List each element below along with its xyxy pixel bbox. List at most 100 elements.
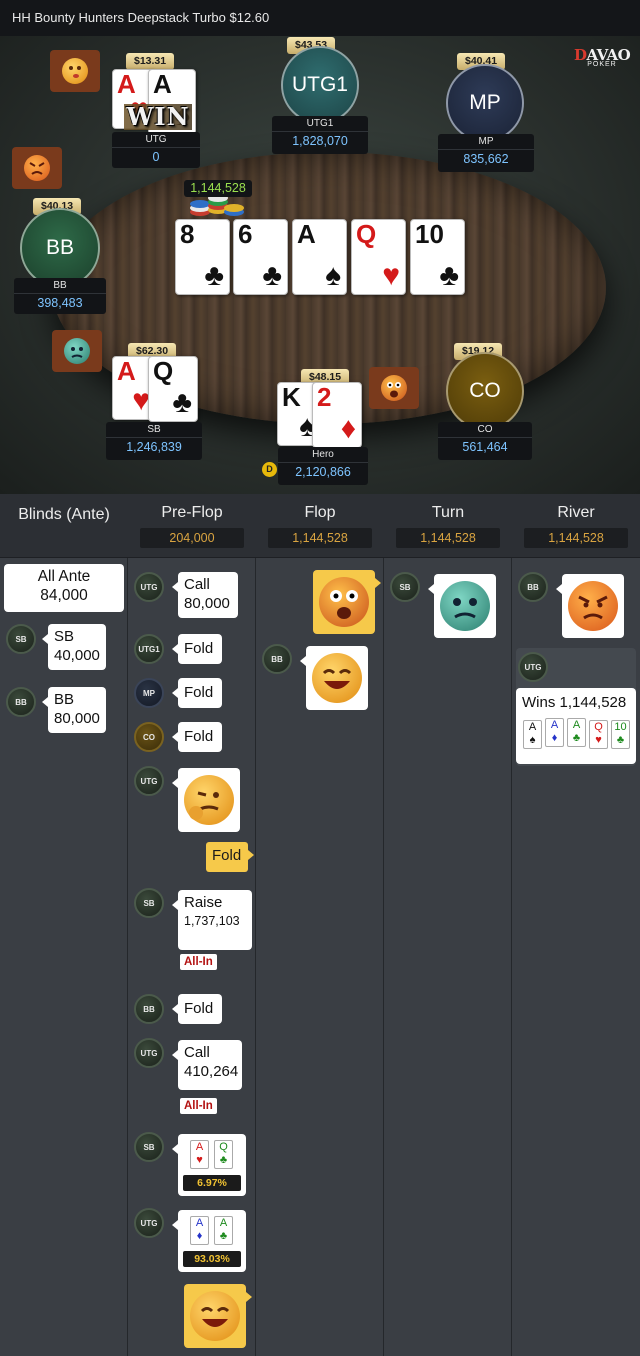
column-header: River 1,144,528 (512, 494, 640, 558)
heart-suit-icon: ♥ (196, 1154, 203, 1166)
mp-name: MP (438, 134, 534, 150)
all-in-badge: All-In (180, 1098, 217, 1114)
bb-chip-count: 398,483 (37, 296, 83, 310)
logo-letter: D (574, 46, 587, 64)
co-name: CO (438, 422, 532, 438)
column-pot: 1,144,528 (268, 528, 372, 548)
sb-label: SB (54, 628, 75, 645)
card-rank: 6 (238, 219, 253, 249)
diamond-suit-icon: ♦ (551, 732, 558, 744)
spade-suit-icon: ♠ (325, 259, 341, 292)
sb-amount: 40,000 (54, 647, 100, 664)
mini-card: Q ♣ (214, 1140, 233, 1169)
ante-box: All Ante 84,000 (4, 564, 124, 612)
utg1-name: UTG1 (272, 116, 368, 132)
sb-blind-box: SB 40,000 (42, 624, 106, 670)
player-badge-utg: UTG (134, 766, 164, 796)
mini-rank: A (572, 719, 581, 731)
player-badge-utg: UTG (134, 1208, 164, 1238)
mini-card: A ♥ (190, 1140, 209, 1169)
spade-suit-icon: ♠ (529, 734, 536, 746)
column-title: Flop (304, 504, 336, 521)
utg-nameplate: UTG 0 (112, 132, 200, 168)
dealer-button-icon: D (262, 462, 277, 477)
ante-label: All Ante (37, 568, 91, 585)
mini-card: A ♦ (545, 718, 564, 747)
hand-history-title: HH Bounty Hunters Deepstack Turbo $12.60 (0, 0, 640, 36)
hero-chip-count: 2,120,866 (295, 465, 351, 479)
card-rank: A (297, 219, 316, 249)
club-suit-icon: ♣ (204, 259, 224, 292)
utg-stack-usd: $13.31 (126, 53, 175, 70)
player-badge-bb: BB (518, 572, 548, 602)
bb-avatar[interactable]: BB (20, 208, 100, 288)
heart-suit-icon: ♥ (382, 259, 400, 292)
action-label: Call (184, 576, 210, 593)
sick-emoji-bubble (52, 330, 102, 372)
utg-name: UTG (112, 132, 200, 148)
shocked-face-icon (319, 577, 369, 627)
equity-percent: 93.03% (183, 1251, 241, 1267)
player-badge-co: CO (134, 722, 164, 752)
mini-rank: Q (594, 721, 603, 733)
ante-amount: 84,000 (40, 587, 88, 604)
mini-card: A ♣ (567, 718, 586, 747)
mp-chip-count: 835,662 (463, 152, 509, 166)
column-turn: Turn 1,144,528 SB (384, 494, 512, 1356)
column-pot: 1,144,528 (524, 528, 628, 548)
column-pot: 204,000 (140, 528, 244, 548)
bb-blind-box: BB 80,000 (42, 687, 106, 733)
action-amount: 410,264 (184, 1063, 239, 1080)
mini-rank: A (219, 1217, 228, 1229)
card-rank: 2 (317, 382, 332, 412)
club-suit-icon: ♣ (219, 1154, 228, 1166)
winner-text: Wins 1,144,528 (522, 694, 627, 711)
board-card-2: 6 ♣ (233, 219, 288, 295)
column-pot: 1,144,528 (396, 528, 500, 548)
club-suit-icon: ♣ (172, 386, 192, 419)
player-badge-utg: UTG (134, 572, 164, 602)
pointing-face-icon (184, 775, 234, 825)
pot-amount: 1,144,528 (184, 180, 252, 197)
column-title: River (557, 504, 595, 521)
shocked-emoji-bubble (369, 367, 419, 409)
mp-avatar[interactable]: MP (446, 64, 524, 142)
mini-card: A ♠ (523, 720, 542, 749)
action-fold-box: Fold (172, 722, 222, 752)
mini-card: A ♣ (214, 1216, 233, 1245)
mini-rank: A (195, 1217, 204, 1229)
sick-face-icon (440, 581, 490, 631)
sick-face-icon (64, 338, 90, 364)
column-header: Pre-Flop 204,000 (128, 494, 256, 558)
board-card-4: Q ♥ (351, 219, 406, 295)
co-chip-count: 561,464 (462, 440, 508, 454)
heart-suit-icon: ♥ (595, 734, 602, 746)
column-header: Flop 1,144,528 (256, 494, 384, 558)
utg1-nameplate: UTG1 1,828,070 (272, 116, 368, 154)
player-badge-bb: BB (262, 644, 292, 674)
card-rank: A (117, 356, 136, 386)
shocked-face-icon (381, 375, 407, 401)
mini-rank: 10 (614, 721, 627, 733)
mini-card: A ♦ (190, 1216, 209, 1245)
laughing-face-icon (190, 1291, 240, 1341)
co-avatar[interactable]: CO (446, 352, 524, 430)
player-badge-utg: UTG (134, 1038, 164, 1068)
utg-equity-box: A ♦ A ♣ 93.03% (172, 1210, 246, 1272)
board-card-1: 8 ♣ (175, 219, 230, 295)
action-fold-box: Fold (172, 634, 222, 664)
utg1-avatar[interactable]: UTG1 (281, 46, 359, 124)
diamond-suit-icon: ♦ (196, 1230, 203, 1242)
all-in-badge: All-In (180, 954, 217, 970)
sb-chip-count: 1,246,839 (126, 440, 182, 454)
hero-name: Hero (278, 447, 368, 463)
hero-nameplate: Hero 2,120,866 (278, 447, 368, 485)
mini-rank: A (550, 719, 559, 731)
emoji-box (172, 768, 240, 832)
winner-panel: UTG Wins 1,144,528 A ♠ A ♦ A ♣ Q ♥ 10 ♣ (516, 648, 636, 766)
action-call-box: Call 410,264 (172, 1040, 242, 1090)
player-badge-sb: SB (134, 1132, 164, 1162)
player-badge-mp: MP (134, 678, 164, 708)
column-header: Blinds (Ante) (0, 494, 128, 558)
column-title: Pre-Flop (161, 504, 223, 521)
